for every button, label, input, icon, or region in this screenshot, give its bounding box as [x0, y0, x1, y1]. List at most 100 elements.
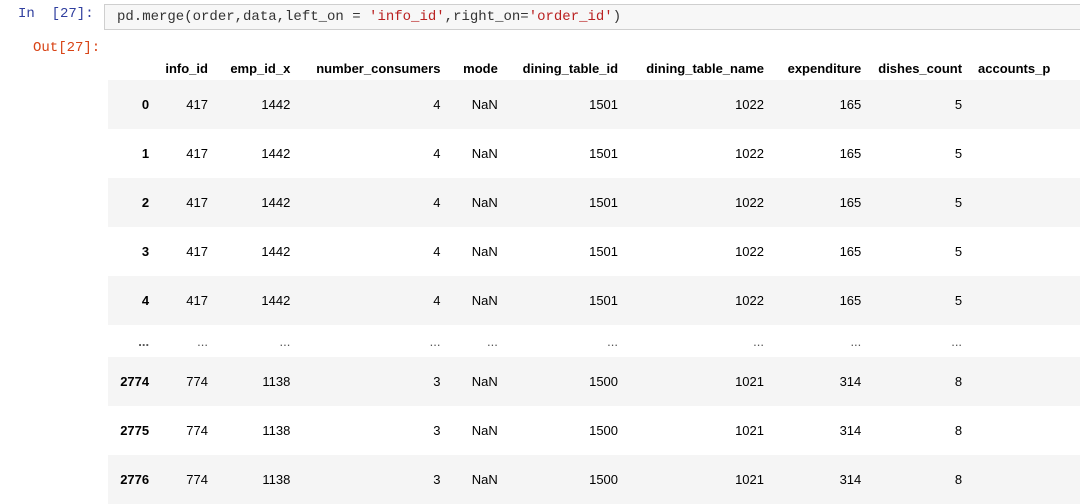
output-prompt: Out[27]:: [33, 40, 101, 56]
table-cell: ...: [607, 333, 619, 349]
table-cell: 1138: [262, 423, 291, 438]
table-cell: ...: [951, 333, 963, 349]
table-cell: [962, 276, 1080, 325]
table-cell: 1500: [589, 423, 619, 438]
code-mid: ,right_on=: [444, 9, 529, 25]
table-cell: NaN: [471, 97, 498, 112]
column-header: dishes_count: [878, 60, 963, 76]
table-cell: [962, 178, 1080, 227]
table-cell: ...: [486, 333, 498, 349]
table-cell: 1442: [261, 244, 291, 259]
column-header: mode: [463, 60, 498, 76]
table-cell: [962, 129, 1080, 178]
table-cell: 1022: [735, 146, 764, 161]
table-cell: 1442: [261, 293, 291, 308]
table-cell: 417: [186, 97, 208, 112]
row-index: 4: [141, 293, 150, 308]
table-cell: 417: [186, 244, 208, 259]
table-row: 4 417 1442 4 NaN 1501 1022 165 5: [108, 276, 1080, 325]
column-header: dining_table_id: [522, 60, 619, 76]
table-row: 2775 774 1138 3 NaN 1500 1021 314 8: [108, 406, 1080, 455]
table-cell: NaN: [471, 293, 498, 308]
column-header: number_consumers: [316, 60, 441, 76]
table-cell: 1138: [262, 472, 291, 487]
table-cell: 1022: [735, 195, 764, 210]
table-cell: 1022: [735, 97, 764, 112]
row-index: ...: [138, 333, 150, 349]
input-prompt: In [27]:: [18, 6, 94, 22]
code-end: ): [612, 9, 622, 25]
table-cell: 5: [954, 146, 963, 161]
column-header: info_id: [165, 60, 208, 76]
table-cell: 4: [433, 293, 441, 308]
table-cell: NaN: [471, 195, 498, 210]
row-index: 2775: [120, 423, 150, 438]
table-cell: 3: [433, 423, 441, 438]
dataframe-table: info_id emp_id_x number_consumers mode d…: [108, 56, 1080, 504]
header-row: info_id emp_id_x number_consumers mode d…: [108, 56, 1080, 80]
row-index: 0: [141, 97, 150, 112]
table-row: 3 417 1442 4 NaN 1501 1022 165 5: [108, 227, 1080, 276]
table-cell: 8: [954, 423, 963, 438]
table-cell: [962, 227, 1080, 276]
table-cell: 1021: [735, 374, 764, 389]
table-cell: [962, 357, 1080, 406]
table-cell: ...: [753, 333, 764, 349]
table-cell: 1442: [261, 97, 291, 112]
code-line: pd.merge(order,data,left_on = 'info_id',…: [117, 9, 621, 25]
table-cell: ...: [279, 333, 291, 349]
table-cell: 165: [839, 244, 862, 259]
code-string-left: 'info_id': [369, 9, 445, 25]
table-cell: 8: [954, 374, 963, 389]
table-row-ellipsis: ...........................: [108, 325, 1080, 357]
column-header: dining_table_name: [646, 60, 764, 76]
table-cell: 4: [433, 244, 441, 259]
table-cell: 165: [839, 195, 862, 210]
table-cell: NaN: [471, 374, 498, 389]
table-cell: 417: [186, 195, 208, 210]
row-index: 2: [141, 195, 150, 210]
table-cell: ...: [197, 333, 208, 349]
column-header: expenditure: [787, 60, 862, 76]
table-cell: NaN: [471, 146, 498, 161]
table-row: 0 417 1442 4 NaN 1501 1022 165 5: [108, 80, 1080, 129]
table-cell: 3: [433, 374, 441, 389]
table-cell: NaN: [471, 472, 498, 487]
table-cell: 1500: [589, 374, 619, 389]
table-cell: 4: [433, 97, 441, 112]
table-cell: ...: [429, 333, 441, 349]
table-cell: 165: [839, 97, 862, 112]
row-index: 3: [141, 244, 150, 259]
table-cell: 3: [433, 472, 441, 487]
table-cell: [962, 80, 1080, 129]
table-cell: 1022: [735, 293, 764, 308]
table-cell: 1501: [589, 244, 619, 259]
table-cell: 165: [839, 293, 862, 308]
table-cell: 1021: [735, 472, 764, 487]
table-cell: 5: [954, 195, 963, 210]
table-cell: [962, 325, 1080, 357]
row-index: 2776: [120, 472, 150, 487]
table-cell: 774: [186, 423, 208, 438]
table-cell: 314: [839, 472, 862, 487]
code-string-right: 'order_id': [528, 9, 613, 25]
table-row: 2776 774 1138 3 NaN 1500 1021 314 8: [108, 455, 1080, 504]
table-cell: 1501: [589, 293, 619, 308]
code-function: pd.merge(order,data,left_on =: [117, 9, 370, 25]
table-cell: ...: [850, 333, 862, 349]
table-cell: NaN: [471, 423, 498, 438]
table-cell: 4: [433, 146, 441, 161]
table-cell: 417: [186, 293, 208, 308]
table-cell: NaN: [471, 244, 498, 259]
table-cell: 314: [839, 374, 862, 389]
table-cell: 1021: [735, 423, 764, 438]
table-row: 2774 774 1138 3 NaN 1500 1021 314 8: [108, 357, 1080, 406]
index-header: [108, 56, 149, 80]
code-input-cell[interactable]: pd.merge(order,data,left_on = 'info_id',…: [104, 4, 1080, 30]
row-index: 1: [141, 146, 150, 161]
table-cell: 1138: [262, 374, 291, 389]
table-cell: 8: [954, 472, 963, 487]
table-cell: 1022: [735, 244, 764, 259]
table-cell: 1501: [589, 146, 619, 161]
table-cell: 5: [954, 97, 963, 112]
